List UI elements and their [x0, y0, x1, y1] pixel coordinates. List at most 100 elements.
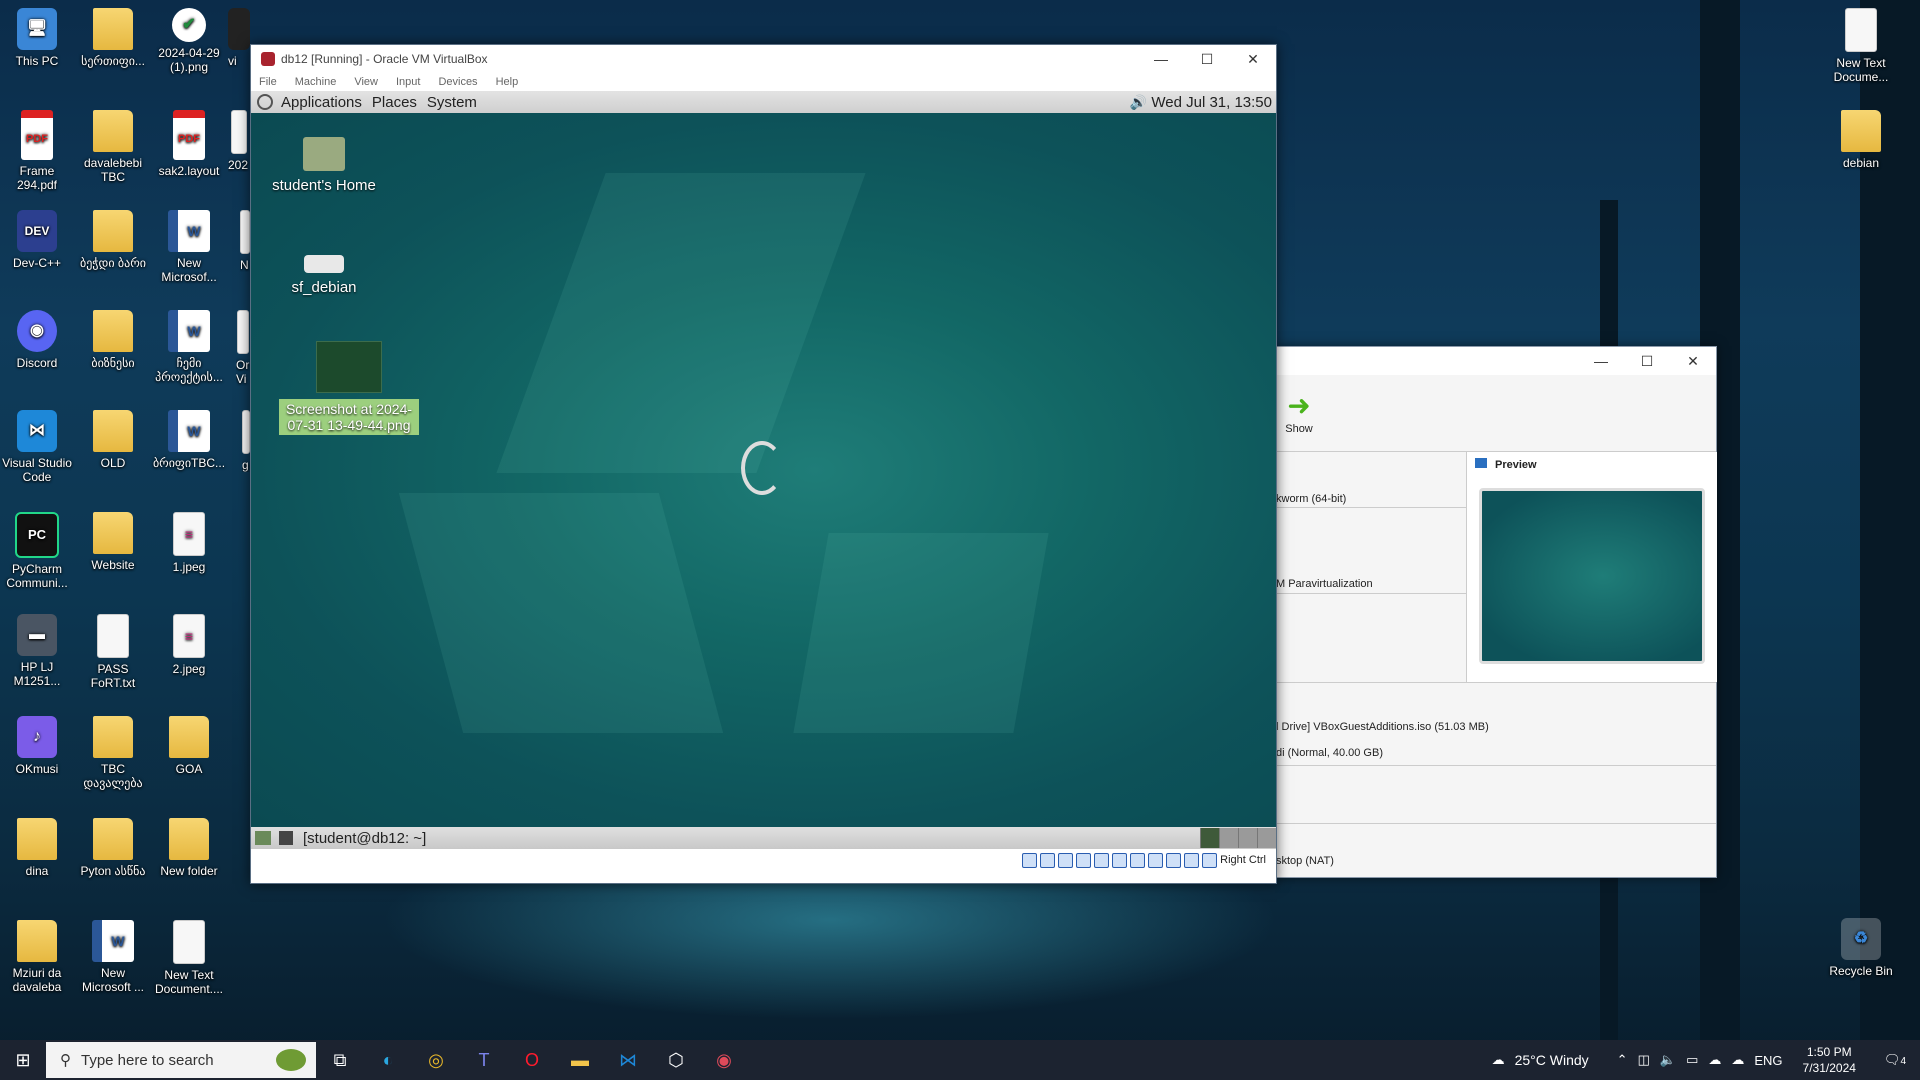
- menu-devices[interactable]: Devices: [438, 76, 477, 88]
- optical-drive-icon[interactable]: [1040, 852, 1056, 868]
- desktop-icon-hp-scanner[interactable]: ▬ HP LJ M1251...: [0, 614, 74, 688]
- desktop-icon-goa[interactable]: GOA: [152, 716, 226, 776]
- desktop-icon-partial-202[interactable]: 202: [228, 110, 250, 172]
- chevron-up-icon[interactable]: ⌃: [1617, 1052, 1628, 1068]
- minimize-button[interactable]: —: [1578, 347, 1624, 375]
- network-tray-icon[interactable]: ▭: [1686, 1052, 1698, 1068]
- desktop-icon-partial-n[interactable]: N: [240, 210, 250, 272]
- close-button[interactable]: ✕: [1230, 51, 1276, 68]
- close-button[interactable]: ✕: [1670, 347, 1716, 375]
- virtualbox-vm-window[interactable]: db12 [Running] - Oracle VM VirtualBox — …: [250, 44, 1277, 884]
- start-button[interactable]: ⊞: [0, 1040, 46, 1080]
- recording-icon[interactable]: [1148, 852, 1164, 868]
- search-box[interactable]: ⚲ Type here to search: [46, 1042, 316, 1078]
- search-highlight-icon[interactable]: [276, 1049, 306, 1071]
- desktop-icon-new-folder[interactable]: New folder: [152, 818, 226, 878]
- desktop-icon-pass-txt[interactable]: PASS FoRT.txt: [76, 614, 150, 690]
- file-explorer-taskbar-icon[interactable]: ▬: [556, 1040, 604, 1080]
- speaker-icon[interactable]: 🔈: [1660, 1052, 1676, 1068]
- desktop-icon-okmusi[interactable]: ♪ OKmusi: [0, 716, 74, 776]
- desktop-icon-dina[interactable]: dina: [0, 818, 74, 878]
- task-view-button[interactable]: ⧉: [316, 1040, 364, 1080]
- audio-icon[interactable]: [1058, 852, 1074, 868]
- menu-machine[interactable]: Machine: [295, 76, 337, 88]
- desktop-icon-certificate[interactable]: სერთიფი...: [76, 8, 150, 68]
- desktop-icon-new-word[interactable]: W New Microsoft ...: [76, 920, 150, 994]
- desktop-icon-discord[interactable]: ◉ Discord: [0, 310, 74, 370]
- vm-titlebar[interactable]: db12 [Running] - Oracle VM VirtualBox — …: [251, 45, 1276, 73]
- desktop-icon-png-2024[interactable]: ✔ 2024-04-29 (1).png: [152, 8, 226, 74]
- hard-disk-icon[interactable]: [1022, 852, 1038, 868]
- desktop-icon-recycle-bin[interactable]: ♻ Recycle Bin: [1824, 918, 1898, 978]
- language-indicator[interactable]: ENG: [1754, 1053, 1782, 1068]
- usb-icon[interactable]: [1094, 852, 1110, 868]
- desktop-icon-sak2[interactable]: PDF sak2.layout: [152, 110, 226, 178]
- desktop-icon-new-word-1[interactable]: W New Microsof...: [152, 210, 226, 284]
- desktop-icon-website[interactable]: Website: [76, 512, 150, 572]
- guest-icon-home[interactable]: student's Home: [259, 137, 389, 194]
- menu-view[interactable]: View: [354, 76, 378, 88]
- shared-folder-icon[interactable]: [1112, 852, 1128, 868]
- desktop-icon-vscode[interactable]: ⋈ Visual Studio Code: [0, 410, 74, 484]
- guest-desktop[interactable]: student's Home sf_debian Screenshot at 2…: [251, 113, 1276, 827]
- virtualbox-manager-window[interactable]: — ☐ ✕ ➜ Show kworm (64-bit) M Paravirtua…: [1275, 346, 1717, 878]
- volume-icon[interactable]: 🔊: [1130, 94, 1147, 111]
- desktop-icon-debian[interactable]: debian: [1824, 110, 1898, 170]
- virtualbox-vm-taskbar-icon[interactable]: ◉: [700, 1040, 748, 1080]
- desktop-icon-davalebebi[interactable]: davalebebi TBC: [76, 110, 150, 184]
- maximize-button[interactable]: ☐: [1184, 51, 1230, 68]
- desktop-icon-partial-vi[interactable]: vi: [228, 8, 250, 68]
- workspace-4[interactable]: [1257, 828, 1276, 848]
- workspace-1[interactable]: [1200, 828, 1219, 848]
- desktop-icon-new-text-doc[interactable]: New Text Document....: [152, 920, 226, 996]
- opera-taskbar-icon[interactable]: O: [508, 1040, 556, 1080]
- guest-icon-sf-debian[interactable]: sf_debian: [259, 245, 389, 296]
- cpu-icon[interactable]: [1166, 852, 1182, 868]
- desktop-icon-mziuri[interactable]: Mziuri da davaleba: [0, 920, 74, 994]
- desktop-icon-business[interactable]: ბიზნესი: [76, 310, 150, 370]
- guest-menu-system[interactable]: System: [427, 94, 477, 111]
- menu-input[interactable]: Input: [396, 76, 420, 88]
- guest-menu-applications[interactable]: Applications: [281, 94, 362, 111]
- desktop-icon-this-pc[interactable]: 🖥 This PC: [0, 8, 74, 68]
- virtualbox-taskbar-icon[interactable]: ⬡: [652, 1040, 700, 1080]
- workspace-3[interactable]: [1238, 828, 1257, 848]
- vscode-taskbar-icon[interactable]: ⋈: [604, 1040, 652, 1080]
- desktop-icon-folder-georgian-1[interactable]: ბეჭდი ბარი: [76, 210, 150, 270]
- guest-icon-screenshot[interactable]: Screenshot at 2024-07-31 13-49-44.png: [279, 341, 419, 435]
- onedrive-icon[interactable]: ☁: [1708, 1052, 1721, 1068]
- desktop-icon-new-text-right[interactable]: New Text Docume...: [1824, 8, 1898, 84]
- weather-text[interactable]: 25°C Windy: [1515, 1052, 1589, 1068]
- desktop-icon-pycharm[interactable]: PC PyCharm Communi...: [0, 512, 74, 590]
- desktop-icon-brief-tbc[interactable]: W ბრიფიTBC...: [152, 410, 226, 470]
- desktop-icon-2-jpeg[interactable]: ≡ 2.jpeg: [152, 614, 226, 676]
- desktop-icon-python[interactable]: Pyton ასწნა: [76, 818, 150, 878]
- desktop-icon-tbc[interactable]: TBC დავალება: [76, 716, 150, 790]
- menu-help[interactable]: Help: [496, 76, 519, 88]
- desktop-icon-dev-cpp[interactable]: DEV Dev-C++: [0, 210, 74, 270]
- workspace-2[interactable]: [1219, 828, 1238, 848]
- desktop-icon-partial-g[interactable]: g: [242, 410, 250, 472]
- cloud-icon[interactable]: ☁: [1731, 1052, 1744, 1068]
- taskbar-clock[interactable]: 1:50 PM 7/31/2024: [1803, 1044, 1856, 1076]
- guest-clock[interactable]: Wed Jul 31, 13:50: [1151, 94, 1272, 111]
- chrome-taskbar-icon[interactable]: ◎: [412, 1040, 460, 1080]
- desktop-icon-1-jpeg[interactable]: ≡ 1.jpeg: [152, 512, 226, 574]
- display-icon[interactable]: [1130, 852, 1146, 868]
- keyboard-icon[interactable]: [1202, 852, 1218, 868]
- maximize-button[interactable]: ☐: [1624, 347, 1670, 375]
- minimize-button[interactable]: —: [1138, 51, 1184, 68]
- show-button[interactable]: ➜ Show: [1284, 392, 1314, 436]
- edge-taskbar-icon[interactable]: ◐: [364, 1040, 412, 1080]
- manager-titlebar[interactable]: — ☐ ✕: [1276, 347, 1716, 375]
- weather-icon[interactable]: ☁: [1492, 1052, 1505, 1068]
- desktop-icon-frame-pdf[interactable]: PDF Frame 294.pdf: [0, 110, 74, 192]
- workspace-switcher[interactable]: [1200, 828, 1276, 848]
- desktop-icon-old[interactable]: OLD: [76, 410, 150, 470]
- notification-center-button[interactable]: 🗨4: [1884, 1052, 1906, 1068]
- show-desktop-icon[interactable]: [255, 831, 271, 845]
- mouse-integration-icon[interactable]: [1184, 852, 1200, 868]
- teams-taskbar-icon[interactable]: T: [460, 1040, 508, 1080]
- network-icon[interactable]: [1076, 852, 1092, 868]
- menu-file[interactable]: File: [259, 76, 277, 88]
